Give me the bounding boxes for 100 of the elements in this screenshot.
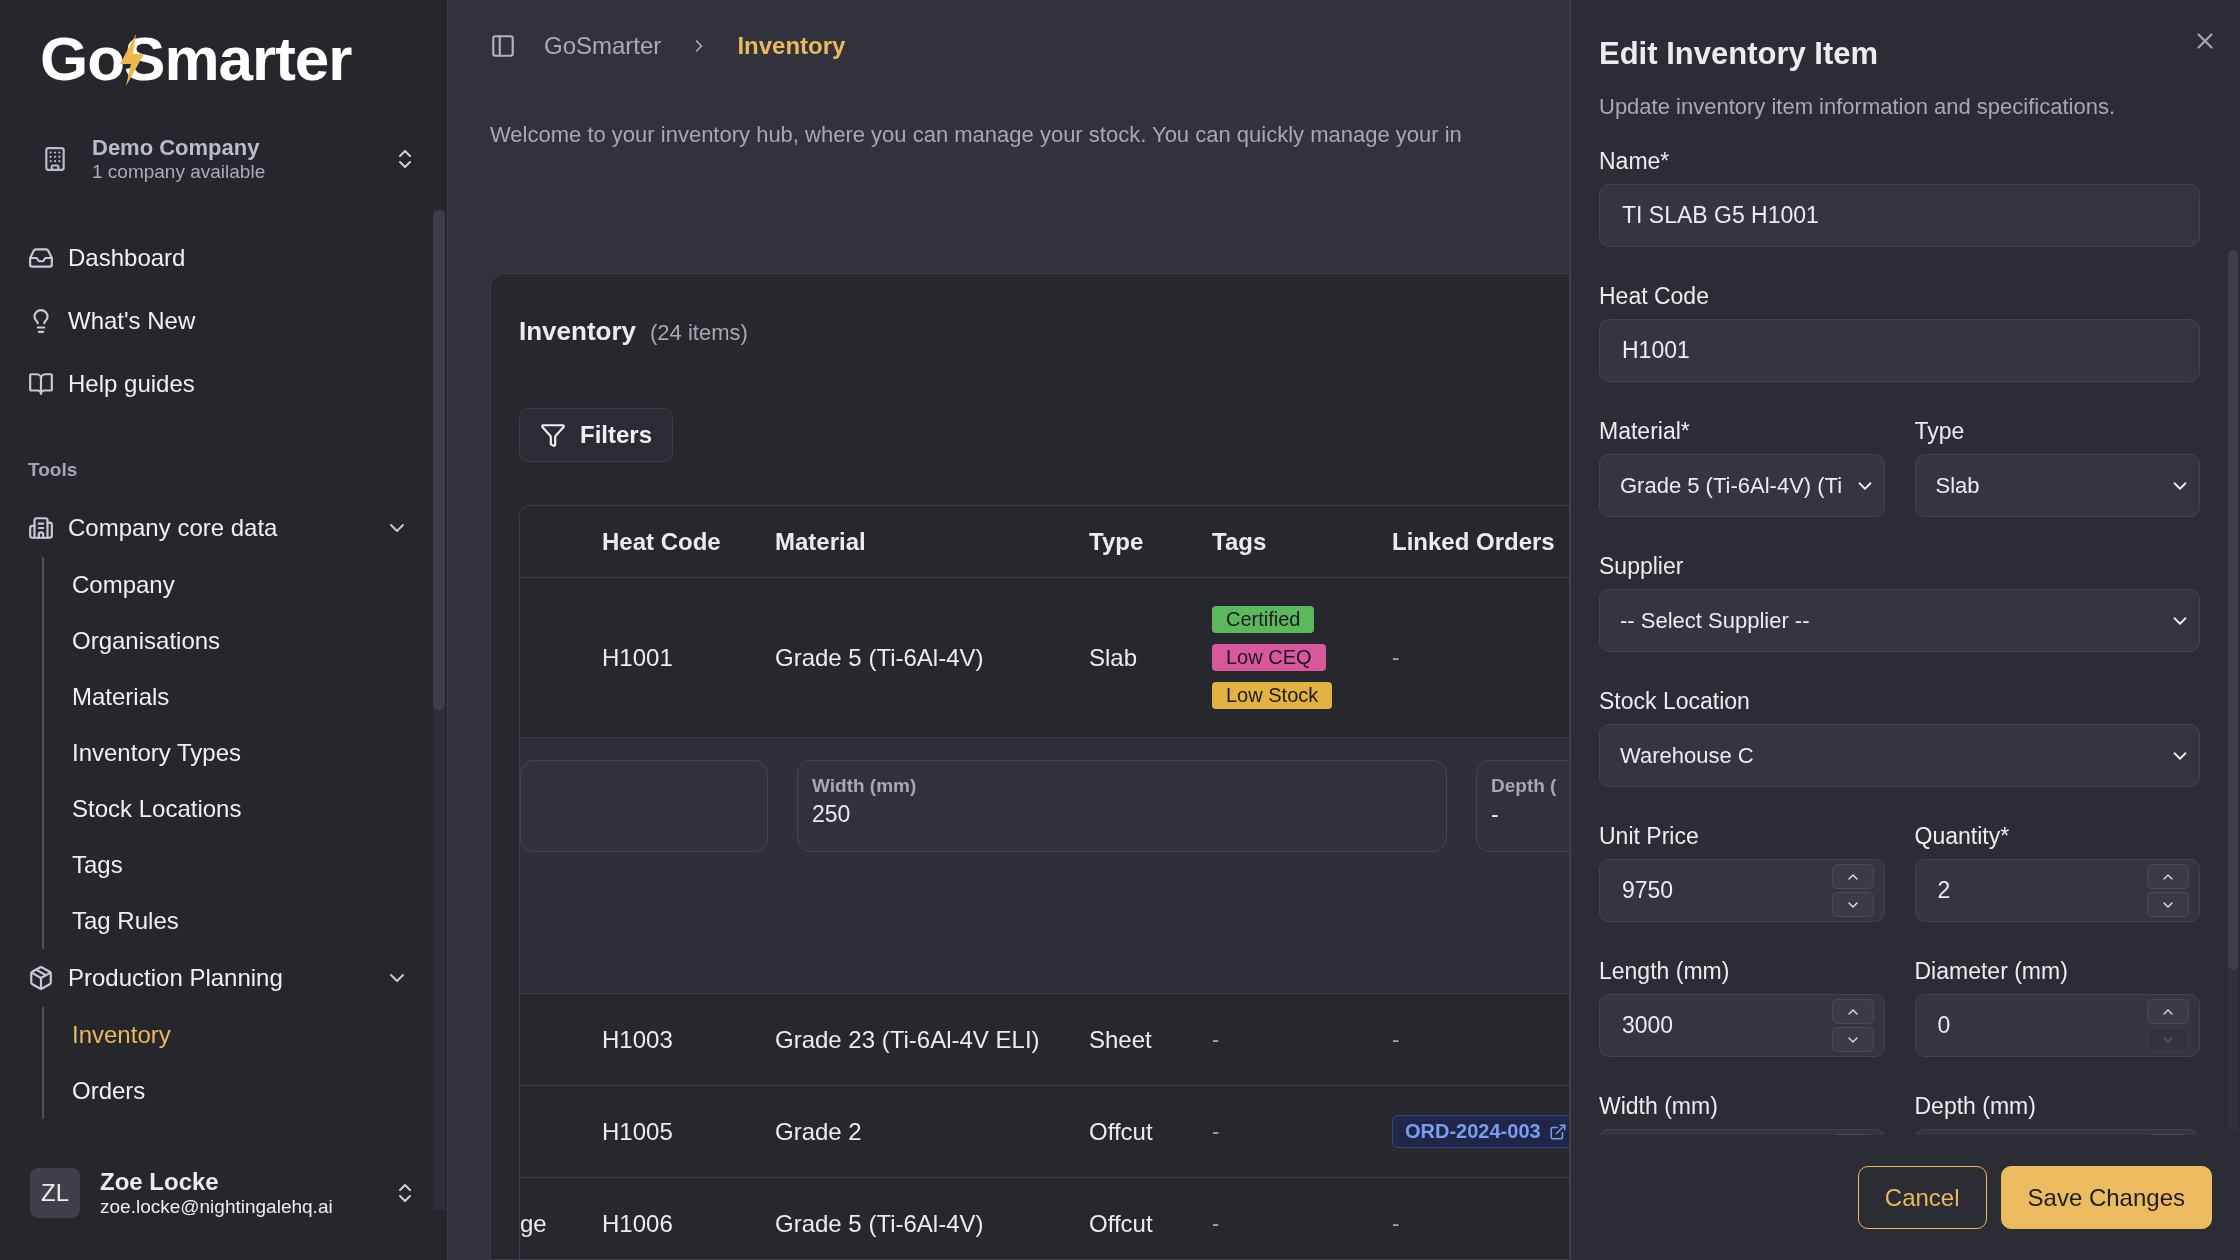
detail-label: Width (mm) bbox=[812, 775, 918, 797]
increment-button[interactable] bbox=[2147, 999, 2189, 1024]
intro-text: Welcome to your inventory hub, where you can manage your stock. You can quickly manage your in bbox=[490, 121, 1463, 149]
number-input[interactable]: 3000 bbox=[1622, 1012, 1826, 1039]
save-button[interactable]: Save Changes bbox=[2000, 1166, 2212, 1229]
nav-subitem[interactable]: Organisations bbox=[72, 613, 447, 669]
building-icon bbox=[42, 146, 68, 172]
detail-value: 250 bbox=[812, 801, 852, 828]
nav-subitem[interactable]: Materials bbox=[72, 669, 447, 725]
number-field[interactable]: 9750 bbox=[1599, 859, 1885, 922]
table-cell-text: Offcut bbox=[1089, 1209, 1154, 1238]
sidebar-toggle-icon[interactable] bbox=[490, 33, 516, 59]
decrement-button[interactable] bbox=[1831, 892, 1874, 917]
table-cell-text: - bbox=[1392, 1026, 1401, 1053]
nav-subitem[interactable]: Tags bbox=[72, 837, 447, 893]
column-header: Type bbox=[1089, 527, 1145, 556]
field-label: Depth (mm) bbox=[1914, 1093, 2037, 1121]
table-cell-text: Sheet bbox=[1089, 1025, 1153, 1054]
text-field[interactable]: TI SLAB G5 H1001 bbox=[1599, 184, 2200, 247]
increment-button[interactable] bbox=[1831, 864, 1874, 889]
field-label: Material* bbox=[1599, 418, 1691, 446]
field-label: Length (mm) bbox=[1599, 958, 1731, 986]
table-cell-text: Grade 5 (Ti-6Al-4V) bbox=[775, 643, 985, 672]
table-cell-text: - bbox=[1392, 1210, 1401, 1237]
cancel-button[interactable]: Cancel bbox=[1857, 1166, 1987, 1229]
card-title: Inventory bbox=[519, 316, 637, 347]
company-name: Demo Company bbox=[92, 135, 261, 161]
order-link[interactable]: ORD-2024-003 bbox=[1392, 1115, 1569, 1148]
company-subtitle: 1 company available bbox=[92, 161, 267, 183]
group-icon bbox=[28, 515, 54, 541]
filters-button[interactable]: Filters bbox=[519, 408, 674, 462]
number-input[interactable]: 2 bbox=[1937, 877, 2141, 904]
tag: Low CEQ bbox=[1212, 644, 1326, 671]
nav-item[interactable]: Help guides bbox=[28, 352, 447, 415]
nav-subitem[interactable]: Inventory Types bbox=[72, 725, 447, 781]
external-link-icon bbox=[1548, 1122, 1567, 1141]
table-cell-text: Grade 2 bbox=[775, 1117, 863, 1146]
nav-subitem[interactable]: Company bbox=[72, 557, 447, 613]
text-input[interactable]: H1001 bbox=[1622, 337, 2189, 364]
table-cell-text: - bbox=[1212, 1026, 1221, 1053]
nav-item[interactable]: What's New bbox=[28, 289, 447, 352]
table-cell: ge bbox=[520, 1209, 547, 1238]
number-input[interactable]: 0 bbox=[1937, 1012, 2141, 1039]
number-field[interactable]: 2 bbox=[1914, 859, 2200, 922]
avatar: ZL bbox=[30, 1168, 80, 1218]
table-cell-text: H1006 bbox=[602, 1209, 674, 1238]
increment-button[interactable] bbox=[1831, 999, 1874, 1024]
user-menu[interactable]: ZL Zoe Locke zoe.locke@nightingalehq.ai bbox=[0, 1150, 447, 1260]
table-cell-text: H1001 bbox=[602, 643, 674, 672]
table-cell-text: H1005 bbox=[602, 1117, 674, 1146]
field-label: Unit Price bbox=[1599, 823, 1700, 851]
section-heading: Tools bbox=[28, 459, 79, 482]
tag: Certified bbox=[1212, 606, 1315, 633]
select-field[interactable]: -- Select Supplier -- bbox=[1599, 589, 2200, 652]
increment-button[interactable] bbox=[2147, 864, 2189, 889]
table-cell-text: - bbox=[1212, 1210, 1221, 1237]
table-cell-text: Grade 23 (Ti-6Al-4V ELI) bbox=[775, 1025, 1041, 1054]
field-label: Quantity* bbox=[1914, 823, 2011, 851]
column-header: Tags bbox=[1212, 527, 1268, 556]
nav-group[interactable]: Production Planning bbox=[0, 949, 447, 1007]
field-label: Name* bbox=[1599, 148, 1671, 176]
number-field[interactable]: 3000 bbox=[1599, 994, 1885, 1057]
company-switcher[interactable]: Demo Company 1 company available bbox=[0, 118, 447, 200]
column-header: Linked Orders bbox=[1392, 527, 1556, 556]
table-cell-text: Slab bbox=[1089, 643, 1139, 672]
nav-subitem[interactable]: Inventory bbox=[72, 1007, 447, 1063]
filter-icon bbox=[540, 422, 566, 448]
select-field[interactable]: Grade 5 (Ti-6Al-4V) (Ti bbox=[1599, 454, 1885, 517]
decrement-button[interactable] bbox=[2147, 892, 2189, 917]
nav-subitem[interactable]: Stock Locations bbox=[72, 781, 447, 837]
scrollbar[interactable] bbox=[433, 210, 445, 1210]
table-cell-text: Offcut bbox=[1089, 1117, 1154, 1146]
panel-subtitle: Update inventory item information and specifications. bbox=[1599, 94, 2116, 120]
text-field[interactable]: H1001 bbox=[1599, 319, 2200, 382]
nav-item[interactable]: Dashboard bbox=[28, 226, 447, 289]
nav-group[interactable]: Company core data bbox=[0, 499, 447, 557]
number-input[interactable]: 9750 bbox=[1622, 877, 1826, 904]
table-cell-text: H1003 bbox=[602, 1025, 674, 1054]
tag: Low Stock bbox=[1212, 682, 1333, 709]
table-cell-text: - bbox=[1212, 1118, 1221, 1145]
group-icon bbox=[28, 965, 54, 991]
text-input[interactable]: TI SLAB G5 H1001 bbox=[1622, 202, 2189, 229]
field-label: Stock Location bbox=[1599, 688, 1751, 716]
field-label: Width (mm) bbox=[1599, 1093, 1719, 1121]
column-header: Material bbox=[775, 527, 867, 556]
breadcrumb-link[interactable]: GoSmarter bbox=[544, 32, 662, 60]
detail-value: - bbox=[1491, 801, 1500, 828]
nav-subitem[interactable]: Tag Rules bbox=[72, 893, 447, 949]
nav-subitem[interactable]: Orders bbox=[72, 1063, 447, 1119]
field-label: Heat Code bbox=[1599, 283, 1710, 311]
user-name: Zoe Locke bbox=[100, 1168, 220, 1196]
select-field[interactable]: Slab bbox=[1914, 454, 2200, 517]
decrement-button[interactable] bbox=[1831, 1027, 1874, 1052]
number-field[interactable]: 0 bbox=[1914, 994, 2200, 1057]
user-email: zoe.locke@nightingalehq.ai bbox=[100, 1196, 334, 1218]
select-field[interactable]: Warehouse C bbox=[1599, 724, 2200, 787]
breadcrumb-link[interactable]: Inventory bbox=[737, 32, 846, 60]
field-label: Supplier bbox=[1599, 553, 1685, 581]
detail-label: Depth ( bbox=[1491, 775, 1558, 797]
table-cell-text: - bbox=[1392, 644, 1401, 671]
